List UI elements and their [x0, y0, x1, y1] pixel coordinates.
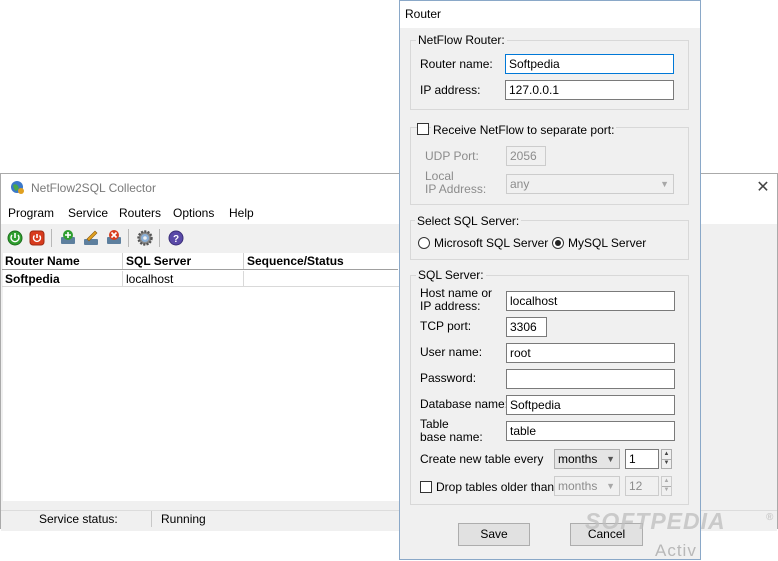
toolbar-separator [159, 229, 160, 247]
user-name-field[interactable]: root [506, 343, 675, 363]
column-header-router-name[interactable]: Router Name [2, 253, 123, 269]
menu-service[interactable]: Service [68, 206, 108, 220]
drop-period-value: months [558, 479, 598, 493]
create-period-value: months [558, 452, 598, 466]
menu-routers[interactable]: Routers [119, 206, 161, 220]
svg-text:?: ? [173, 234, 179, 245]
table-row-sql-server[interactable]: localhost [123, 271, 244, 287]
tcp-port-label: TCP port: [420, 319, 472, 333]
host-field[interactable]: localhost [506, 291, 675, 311]
delete-router-icon[interactable] [105, 229, 123, 247]
app-globe-icon [11, 181, 24, 194]
host-label-line2: IP address: [420, 299, 481, 313]
local-ip-label-line2: IP Address: [425, 182, 487, 196]
tcp-port-field[interactable]: 3306 [506, 317, 547, 337]
create-period-select[interactable]: months ▼ [554, 449, 620, 469]
password-label: Password: [420, 371, 477, 385]
table-label-line2: base name: [420, 430, 483, 444]
local-ip-select-value: any [510, 177, 530, 191]
ip-address-label: IP address: [420, 83, 481, 97]
radio-selected-dot [555, 240, 561, 246]
chevron-down-icon: ▼ [606, 481, 615, 491]
close-icon[interactable]: ✕ [756, 178, 770, 198]
softpedia-watermark: SOFTPEDIA [585, 508, 726, 534]
stop-service-icon[interactable] [28, 229, 46, 247]
dialog-titlebar[interactable] [400, 1, 700, 28]
menu-program[interactable]: Program [8, 206, 54, 220]
mssql-radio[interactable] [418, 237, 430, 249]
mysql-radio-label[interactable]: MySQL Server [568, 237, 646, 250]
header-divider [2, 269, 398, 270]
chevron-down-icon: ▼ [606, 454, 615, 464]
sql-server-group-title: SQL Server: [416, 268, 486, 282]
start-service-icon[interactable] [6, 229, 24, 247]
drop-count-spinner[interactable]: ▲ ▼ [661, 476, 672, 496]
toolbar-separator [128, 229, 129, 247]
trademark-mark: ® [766, 512, 775, 523]
mssql-radio-label[interactable]: Microsoft SQL Server [434, 237, 548, 250]
add-router-icon[interactable] [59, 229, 77, 247]
edit-router-icon[interactable] [82, 229, 100, 247]
database-name-field[interactable]: Softpedia [506, 395, 675, 415]
separate-port-checkbox[interactable] [417, 123, 429, 135]
database-name-label: Database name: [420, 397, 509, 411]
select-sql-server-title: Select SQL Server: [415, 214, 522, 228]
column-header-sql-server[interactable]: SQL Server [123, 253, 244, 269]
create-count-spinner[interactable]: ▲ ▼ [661, 449, 672, 469]
settings-icon[interactable] [136, 229, 154, 247]
create-table-label: Create new table every [420, 452, 544, 466]
column-header-sequence-status[interactable]: Sequence/Status [244, 253, 400, 269]
chevron-down-icon: ▼ [660, 179, 669, 189]
service-status-label: Service status: [39, 512, 118, 526]
help-icon[interactable]: ? [167, 229, 185, 247]
save-button[interactable]: Save [458, 523, 530, 546]
separate-port-label: Receive NetFlow to separate port: [431, 123, 617, 137]
menu-options[interactable]: Options [173, 206, 214, 220]
table-base-name-field[interactable]: table [506, 421, 675, 441]
mysql-radio[interactable] [552, 237, 564, 249]
router-name-field[interactable]: Softpedia [505, 54, 674, 74]
toolbar-separator [51, 229, 52, 247]
user-name-label: User name: [420, 345, 483, 359]
netflow-router-group-title: NetFlow Router: [416, 33, 507, 47]
drop-period-select[interactable]: months ▼ [554, 476, 620, 496]
create-count-field[interactable]: 1 [625, 449, 659, 469]
udp-port-field[interactable]: 2056 [506, 146, 546, 166]
local-ip-select[interactable]: any ▼ [506, 174, 674, 194]
drop-tables-checkbox[interactable] [420, 481, 432, 493]
table-row-status[interactable] [244, 271, 400, 287]
main-window-title: NetFlow2SQL Collector [31, 181, 156, 195]
udp-port-label: UDP Port: [425, 149, 479, 163]
service-status-value: Running [161, 512, 206, 526]
spin-down-icon[interactable]: ▼ [662, 459, 671, 468]
activation-watermark: Activ [655, 541, 697, 560]
status-separator [151, 511, 152, 527]
menu-help[interactable]: Help [229, 206, 254, 220]
router-name-label: Router name: [420, 57, 493, 71]
drop-tables-label: Drop tables older than [436, 480, 555, 494]
drop-count-field[interactable]: 12 [625, 476, 659, 496]
ip-address-field[interactable]: 127.0.0.1 [505, 80, 674, 100]
dialog-title: Router [405, 7, 442, 21]
table-row-router-name[interactable]: Softpedia [2, 271, 123, 287]
spin-down-icon[interactable]: ▼ [662, 486, 671, 495]
router-list[interactable] [3, 253, 399, 501]
password-field[interactable] [506, 369, 675, 389]
